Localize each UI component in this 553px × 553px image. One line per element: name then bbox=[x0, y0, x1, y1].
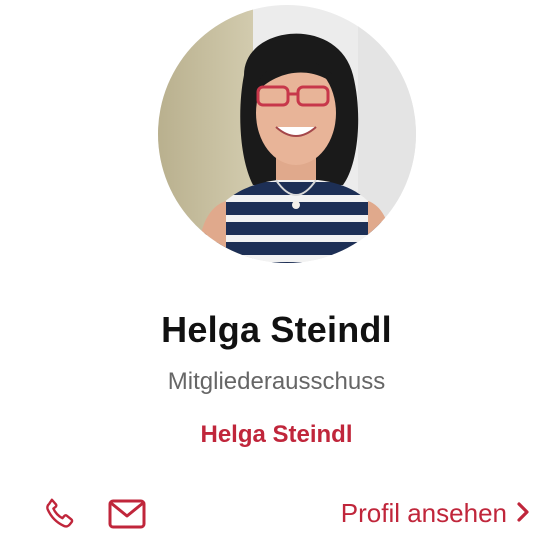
profile-name: Helga Steindl bbox=[161, 309, 392, 350]
mail-button[interactable] bbox=[108, 498, 146, 530]
profile-card: Helga Steindl Mitgliederausschuss Helga … bbox=[0, 0, 553, 553]
avatar bbox=[158, 5, 416, 263]
view-profile-label: Profil ansehen bbox=[340, 498, 507, 528]
phone-icon bbox=[46, 498, 74, 528]
avatar-photo bbox=[158, 5, 416, 263]
mail-icon bbox=[108, 499, 146, 529]
phone-button[interactable] bbox=[42, 496, 78, 532]
profile-role: Mitgliederausschuss bbox=[167, 368, 386, 395]
chevron-right-icon bbox=[517, 498, 529, 529]
profile-name-link[interactable]: Helga Steindl bbox=[0, 421, 553, 449]
view-profile-link[interactable]: Profil ansehen bbox=[341, 498, 529, 529]
